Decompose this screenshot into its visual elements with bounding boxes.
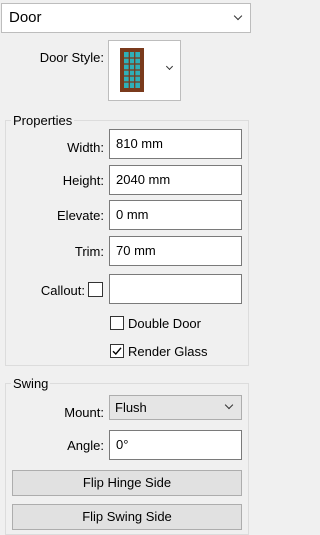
trim-field[interactable]: 70 mm bbox=[109, 236, 242, 266]
door-style-label: Door Style: bbox=[39, 50, 104, 65]
door-style-chevron-icon bbox=[165, 62, 174, 71]
double-door-label: Double Door bbox=[128, 316, 201, 331]
mount-value: Flush bbox=[115, 400, 147, 415]
type-dropdown[interactable]: Door bbox=[1, 3, 251, 33]
flip-hinge-side-button[interactable]: Flip Hinge Side bbox=[12, 470, 242, 496]
height-field[interactable]: 2040 mm bbox=[109, 165, 242, 195]
elevate-field[interactable]: 0 mm bbox=[109, 200, 242, 230]
check-icon bbox=[112, 347, 122, 356]
elevate-label: Elevate: bbox=[57, 208, 104, 223]
callout-field[interactable] bbox=[109, 274, 242, 304]
angle-label: Angle: bbox=[67, 438, 104, 453]
mount-chevron-icon bbox=[224, 400, 234, 410]
width-field[interactable]: 810 mm bbox=[109, 129, 242, 159]
double-door-checkbox[interactable] bbox=[110, 316, 124, 330]
callout-checkbox[interactable] bbox=[88, 282, 103, 297]
angle-field[interactable]: 0° bbox=[109, 430, 242, 460]
properties-title: Properties bbox=[11, 113, 75, 128]
door-style-picker[interactable] bbox=[108, 40, 181, 101]
door-thumbnail-icon bbox=[120, 48, 144, 92]
callout-label: Callout: bbox=[40, 283, 85, 298]
chevron-down-icon bbox=[233, 11, 243, 21]
swing-title: Swing bbox=[11, 376, 51, 391]
height-label: Height: bbox=[62, 173, 104, 188]
flip-swing-side-button[interactable]: Flip Swing Side bbox=[12, 504, 242, 530]
render-glass-checkbox[interactable] bbox=[110, 344, 124, 358]
type-dropdown-value: Door bbox=[9, 9, 42, 26]
mount-label: Mount: bbox=[64, 405, 104, 420]
trim-label: Trim: bbox=[74, 244, 104, 259]
render-glass-label: Render Glass bbox=[128, 344, 208, 359]
mount-dropdown[interactable]: Flush bbox=[109, 395, 242, 420]
width-label: Width: bbox=[67, 140, 104, 155]
